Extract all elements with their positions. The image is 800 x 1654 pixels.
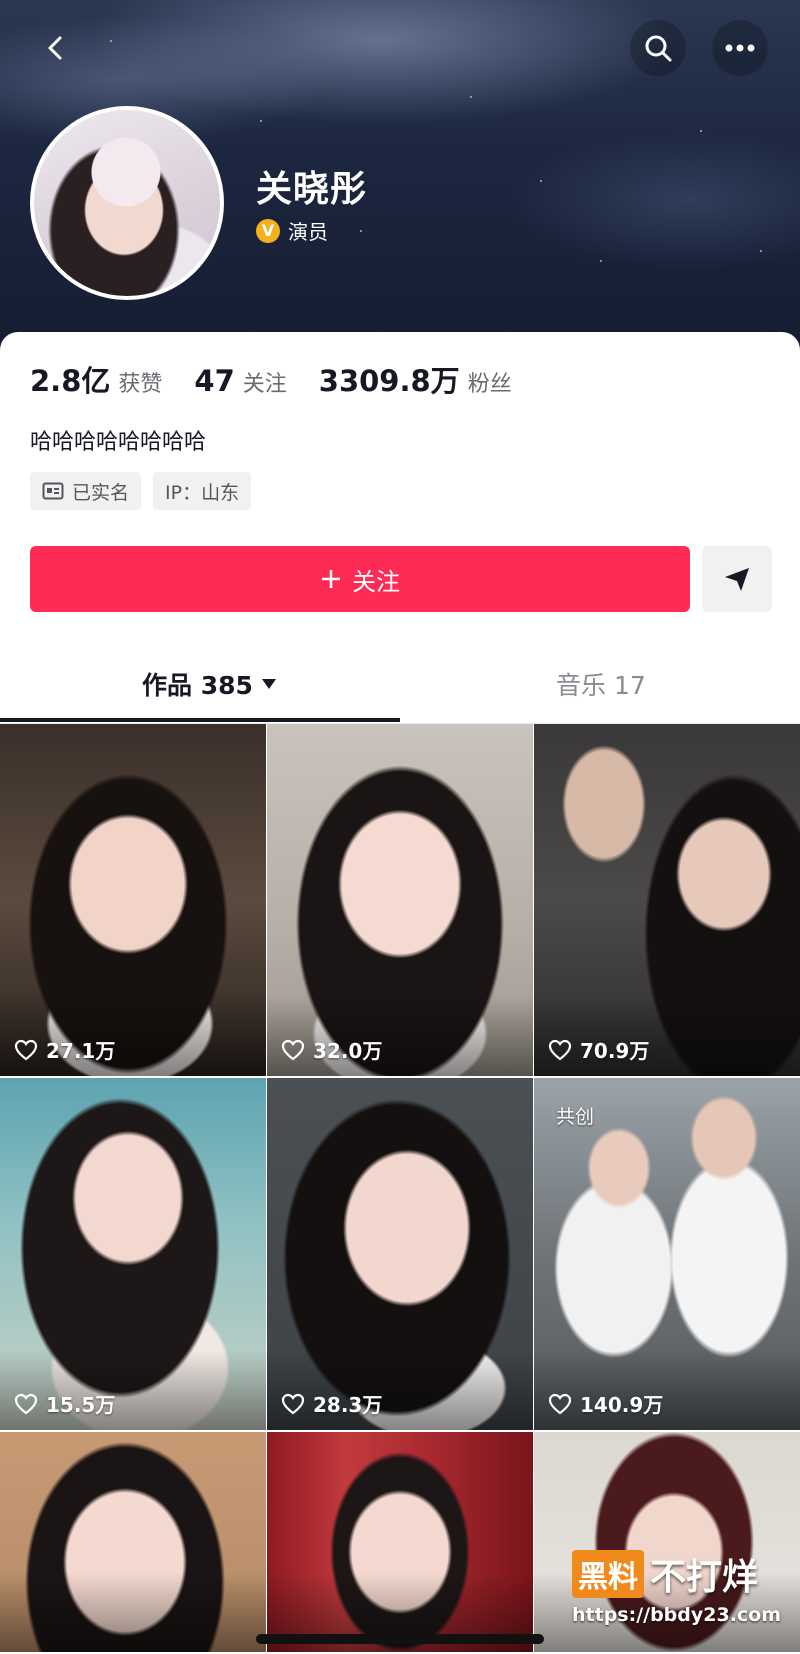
more-button[interactable]: [712, 20, 768, 76]
search-button[interactable]: [630, 20, 686, 76]
watermark-logo-text: 不打烊: [650, 1557, 759, 1598]
verified-tag: 已实名: [30, 472, 142, 510]
back-icon: [48, 36, 62, 60]
tab-music-label: 音乐 17: [556, 671, 646, 700]
likes-count: 2.8亿: [30, 364, 111, 398]
tab-underline: [0, 718, 400, 722]
following-count[interactable]: 47: [194, 364, 234, 398]
dropdown-icon: [261, 679, 276, 689]
tab-works[interactable]: 作品 385: [142, 666, 277, 702]
followers-label[interactable]: 粉丝: [468, 366, 512, 398]
watermark-logo-box: 黑料: [572, 1550, 644, 1598]
video-tile[interactable]: 28.3万: [267, 1078, 533, 1430]
tab-music[interactable]: 音乐 17: [556, 666, 646, 702]
heart-icon: [14, 1039, 38, 1060]
video-tile[interactable]: 27.1万: [0, 724, 266, 1076]
like-count: 27.1万: [14, 1035, 115, 1064]
following-label[interactable]: 关注: [243, 366, 287, 398]
profile-banner: 关晓彤 V 演员: [0, 0, 800, 360]
video-tile[interactable]: 32.0万: [267, 724, 533, 1076]
followers-count[interactable]: 3309.8万: [319, 358, 460, 400]
collab-badge: 共创: [556, 1106, 595, 1128]
like-count: 32.0万: [281, 1035, 382, 1064]
search-icon: [645, 35, 672, 62]
video-tile[interactable]: [0, 1432, 266, 1652]
follow-button[interactable]: 关注: [30, 546, 690, 612]
like-count: 15.5万: [14, 1389, 115, 1418]
likes-label: 获赞: [118, 372, 163, 397]
video-tile[interactable]: 70.9万: [534, 724, 800, 1076]
bio-text: 哈哈哈哈哈哈哈哈: [30, 430, 207, 455]
watermark: 黑料 不打烊 https://bbdy23.com: [572, 1548, 781, 1626]
video-tile[interactable]: [267, 1432, 533, 1652]
profile-tags: 已实名 IP：山东: [30, 472, 252, 510]
plus-icon: [322, 570, 340, 588]
like-count-text: 28.3万: [313, 1393, 383, 1417]
heart-icon: [548, 1039, 572, 1060]
verified-icon: V: [256, 218, 280, 243]
stats-row: 2.8亿 获赞 47 关注 3309.8万 粉丝: [30, 358, 544, 400]
share-icon: [725, 568, 749, 591]
watermark-url: https://bbdy23.com: [572, 1604, 782, 1626]
like-count-text: 140.9万: [580, 1393, 664, 1417]
ip-tag: IP：山东: [153, 472, 252, 510]
id-card-icon: [42, 482, 64, 500]
video-tile[interactable]: 共创 140.9万: [534, 1078, 800, 1430]
heart-icon: [281, 1039, 305, 1060]
watermark-logo: 黑料 不打烊: [572, 1548, 781, 1600]
tab-works-label: 作品 385: [142, 671, 253, 700]
back-button[interactable]: [28, 20, 84, 76]
avatar[interactable]: [30, 106, 224, 300]
like-count-text: 70.9万: [580, 1039, 650, 1063]
heart-icon: [548, 1393, 572, 1414]
profile-name: 关晓彤: [256, 169, 368, 210]
more-icon: [725, 44, 755, 52]
video-tile[interactable]: 15.5万: [0, 1078, 266, 1430]
video-grid: 27.1万 32.0万 70.9万 15.5万 28.3万 共创 140.9万: [0, 724, 800, 1652]
content-tabs: 作品 385 音乐 17: [0, 652, 800, 724]
like-count-text: 32.0万: [313, 1039, 383, 1063]
message-button[interactable]: [702, 546, 772, 612]
heart-icon: [281, 1393, 305, 1414]
verification: V 演员: [256, 216, 328, 245]
verified-tag-label: 已实名: [72, 481, 130, 504]
home-indicator: [256, 1634, 544, 1644]
follow-label: 关注: [352, 567, 400, 596]
like-count-text: 27.1万: [46, 1039, 116, 1063]
like-count: 70.9万: [548, 1035, 649, 1064]
heart-icon: [14, 1393, 38, 1414]
like-count-text: 15.5万: [46, 1393, 116, 1417]
like-count: 28.3万: [281, 1389, 382, 1418]
ip-tag-label: IP：山东: [165, 481, 240, 504]
verification-label: 演员: [288, 220, 328, 244]
like-count: 140.9万: [548, 1389, 663, 1418]
